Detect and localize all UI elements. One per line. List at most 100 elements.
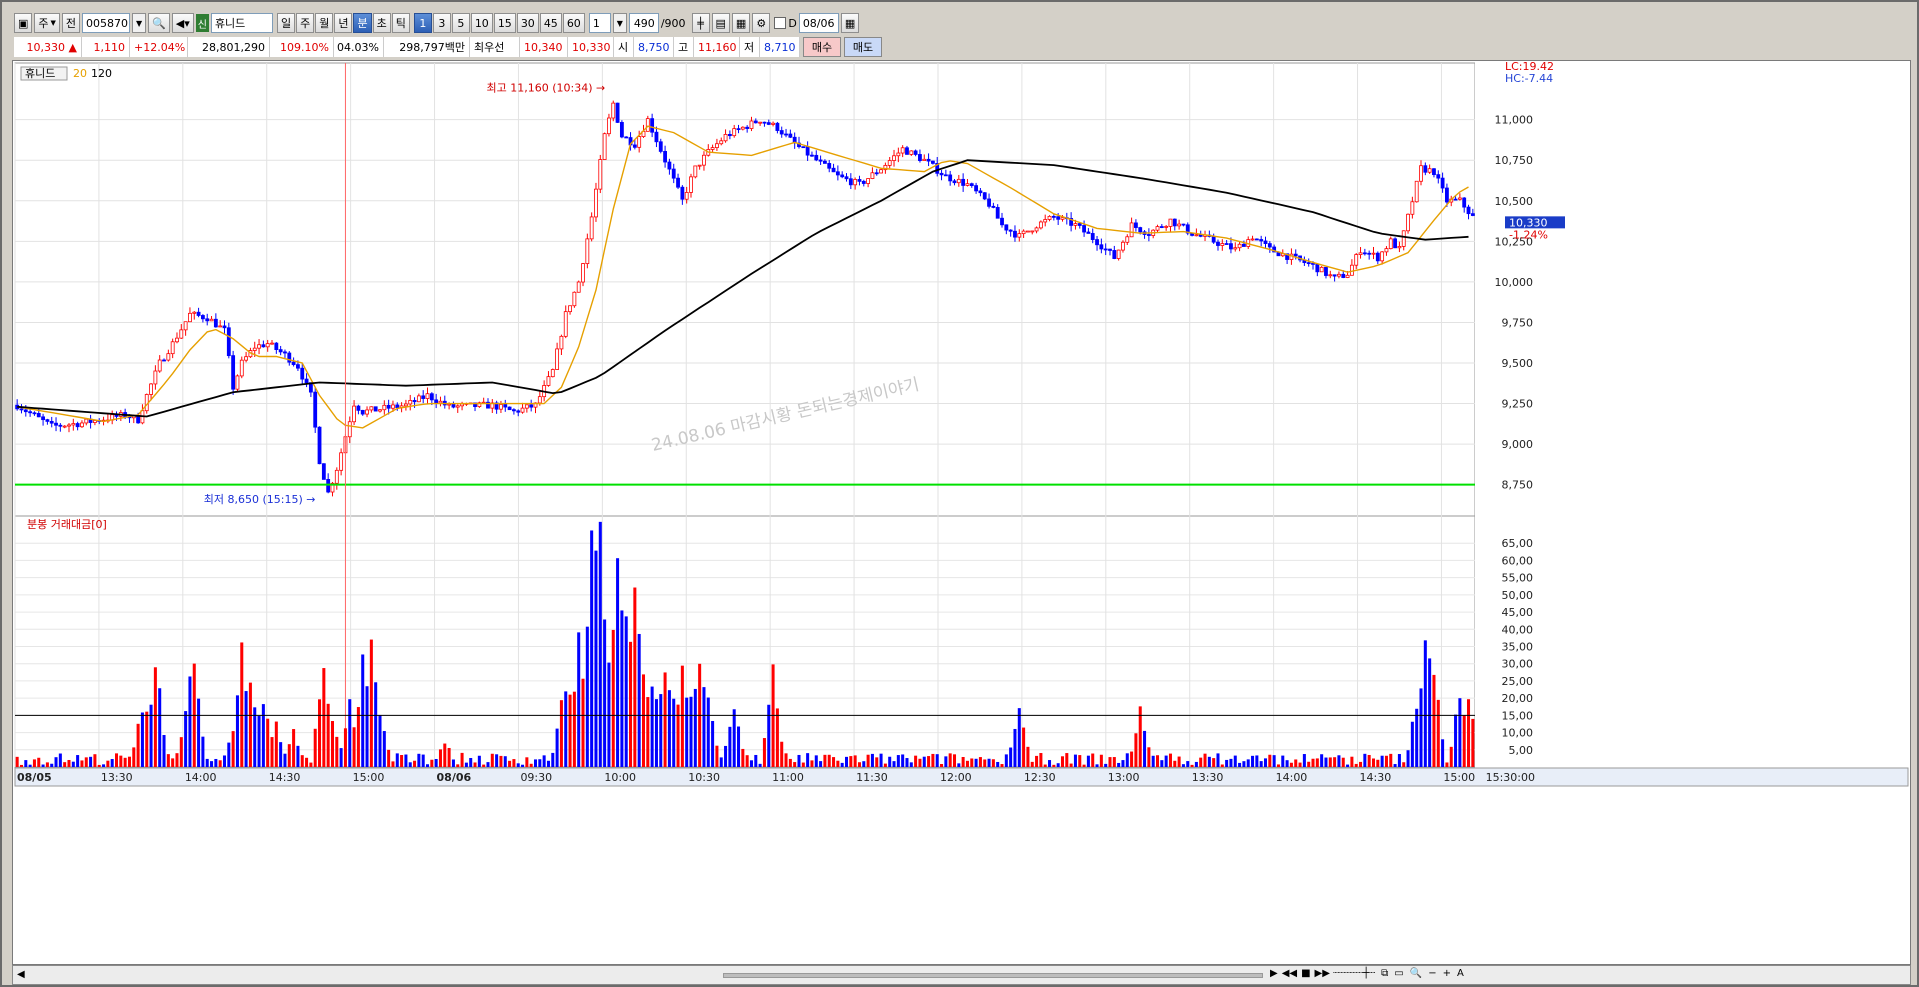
- current-price: 10,330 ▲: [14, 37, 82, 57]
- volume-bar: [495, 754, 499, 767]
- screen-icon[interactable]: ▭: [1394, 968, 1403, 979]
- slider-icon[interactable]: ┈┈┈┈┈┼┈: [1333, 968, 1375, 979]
- period-tab-월[interactable]: 월: [315, 13, 334, 33]
- scroll-left-icon[interactable]: ◀: [17, 969, 25, 980]
- candle-body: [1254, 238, 1259, 241]
- candle-body: [1358, 252, 1363, 255]
- code-dropdown-icon[interactable]: ▼: [132, 13, 147, 33]
- interval-tab-10[interactable]: 10: [470, 13, 493, 33]
- date-input[interactable]: 08/06: [798, 13, 839, 33]
- chart-svg[interactable]: 24.08.06 마감시황 돈되는경제이야기 11,00010,75010,50…: [13, 60, 1910, 964]
- volume-bar: [136, 723, 140, 767]
- candle-body: [317, 426, 322, 465]
- interval-tab-15[interactable]: 15: [493, 13, 516, 33]
- interval-dropdown-icon[interactable]: ▼: [612, 13, 627, 33]
- code-input[interactable]: 005870: [82, 13, 131, 33]
- candle-body: [1375, 252, 1380, 262]
- volume-tick-label: 35,00: [1502, 641, 1534, 654]
- plus-icon[interactable]: +: [1443, 968, 1451, 979]
- interval-tab-60[interactable]: 60: [562, 13, 585, 33]
- candle-body: [1013, 230, 1017, 238]
- volume-bar: [607, 662, 611, 767]
- date-checkbox[interactable]: [774, 17, 787, 29]
- candle-body: [300, 367, 305, 380]
- chart-window: ▣ 주 ▼ 전 005870 ▼ 🔍 ◀▾ 신 휴니드 일주월년분초틱 1 3 5 10…: [0, 0, 1919, 987]
- interval-tab-45[interactable]: 45: [539, 13, 562, 33]
- stop-icon[interactable]: ■: [1301, 968, 1310, 979]
- buy-button[interactable]: 매수: [803, 37, 841, 57]
- volume-bar: [1458, 698, 1462, 767]
- copy-icon[interactable]: ⧉: [1381, 968, 1388, 979]
- candle-type-icon[interactable]: ╪: [691, 13, 710, 33]
- interval-tab-5[interactable]: 5: [451, 13, 470, 33]
- volume-bar: [676, 704, 680, 767]
- volume-bar: [102, 764, 106, 767]
- volume-bar: [572, 691, 576, 767]
- volume-bar: [715, 745, 719, 767]
- speaker-icon[interactable]: ◀▾: [171, 13, 194, 33]
- period-tab-일[interactable]: 일: [276, 13, 296, 33]
- candle-body: [287, 352, 292, 363]
- volume-bar: [905, 758, 909, 767]
- volume-bar: [1371, 758, 1376, 767]
- chart-area[interactable]: 24.08.06 마감시황 돈되는경제이야기 11,000 10,750 10,50…: [12, 60, 1911, 965]
- period-tab-분[interactable]: 분: [353, 13, 372, 33]
- volume-bar: [490, 753, 494, 767]
- interval-tab-1[interactable]: 1: [413, 13, 432, 33]
- calendar-icon[interactable]: ▦: [840, 13, 860, 33]
- scroll-right-icon[interactable]: ▶: [1270, 968, 1278, 979]
- volume-bar: [1354, 763, 1358, 767]
- candle-body: [913, 150, 918, 155]
- disk-icon[interactable]: ▦: [731, 13, 751, 33]
- volume-bar: [218, 760, 222, 767]
- volume-bar: [1454, 714, 1458, 767]
- scroll-bar[interactable]: ◀ ▶ ◀◀ ■ ▶▶ ┈┈┈┈┈┼┈ ⧉ ▭ 🔍 − + A: [12, 965, 1911, 985]
- save-icon[interactable]: ▤: [711, 13, 730, 33]
- period-select[interactable]: 전: [61, 13, 81, 33]
- candle-body: [1332, 274, 1337, 277]
- layout-icon[interactable]: ▣: [14, 13, 33, 33]
- stock-name-field[interactable]: 휴니드: [210, 13, 273, 33]
- volume-bar: [76, 755, 80, 767]
- scroll-thumb[interactable]: [723, 973, 1263, 978]
- candle-body: [814, 154, 819, 161]
- interval-tab-30[interactable]: 30: [516, 13, 539, 33]
- period-tab-주[interactable]: 주: [296, 13, 315, 33]
- font-size-icon[interactable]: A: [1457, 968, 1464, 979]
- candle-body: [857, 179, 862, 182]
- volume-bar: [1078, 755, 1082, 767]
- magnify-icon[interactable]: 🔍: [1410, 968, 1422, 979]
- candle-body: [1241, 243, 1246, 247]
- market-label: 주: [38, 17, 49, 30]
- minus-icon[interactable]: −: [1428, 968, 1436, 979]
- volume-bar: [1190, 764, 1194, 767]
- period-tab-초[interactable]: 초: [372, 13, 391, 33]
- volume-bar: [1225, 759, 1229, 767]
- rewind-icon[interactable]: ◀◀: [1282, 968, 1297, 979]
- sell-button[interactable]: 매도: [844, 37, 882, 57]
- volume-bar: [197, 698, 201, 767]
- market-select[interactable]: 주 ▼: [34, 13, 60, 33]
- period-tab-틱[interactable]: 틱: [391, 13, 410, 33]
- volume-bar: [1285, 760, 1289, 767]
- volume-bar: [1048, 760, 1052, 767]
- volume-bar: [1350, 756, 1354, 767]
- candle-body: [1349, 264, 1354, 276]
- search-icon[interactable]: 🔍: [148, 13, 170, 33]
- period-tab-년[interactable]: 년: [334, 13, 353, 33]
- volume-bar: [637, 633, 641, 767]
- candle-body: [1384, 248, 1389, 253]
- candle-body: [866, 178, 871, 184]
- count-input[interactable]: 490: [628, 13, 659, 33]
- candle-body: [365, 409, 369, 415]
- candle-body: [200, 315, 205, 320]
- gear-icon[interactable]: ⚙: [752, 13, 771, 33]
- x-tick-label: 13:00: [1108, 771, 1140, 784]
- forward-icon[interactable]: ▶▶: [1315, 968, 1330, 979]
- volume-bar: [598, 521, 602, 767]
- volume-bar: [784, 753, 788, 767]
- candle-body: [1008, 229, 1013, 232]
- custom-interval-input[interactable]: 1: [588, 13, 611, 33]
- volume-bar: [503, 756, 507, 767]
- interval-tab-3[interactable]: 3: [432, 13, 451, 33]
